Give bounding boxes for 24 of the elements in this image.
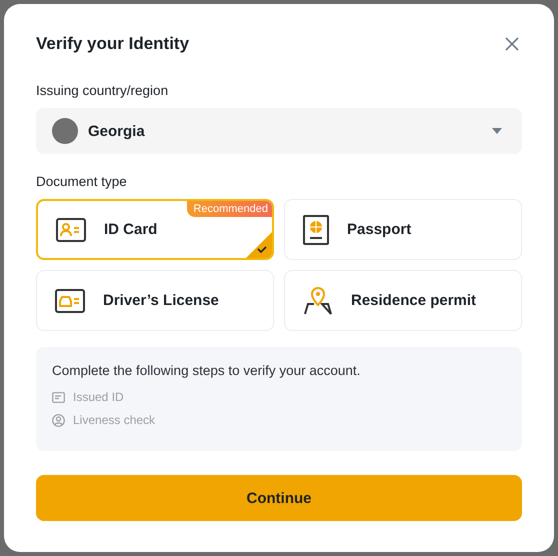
id-card-icon: [56, 218, 86, 242]
car-card-icon: [55, 288, 85, 312]
location-pin-icon: [303, 286, 333, 316]
document-option[interactable]: Passport: [284, 199, 522, 260]
document-option[interactable]: ID Card Recommended: [36, 199, 274, 260]
caret-icon: [492, 128, 502, 134]
country-select[interactable]: Georgia: [36, 108, 522, 154]
passport-icon: [303, 214, 329, 244]
field-label: Issuing country/region: [36, 83, 170, 98]
close-button[interactable]: [504, 36, 520, 52]
recommended-badge: Recommended: [187, 201, 272, 217]
close-icon: [504, 36, 520, 52]
flag-icon: [52, 118, 78, 144]
step-label: Liveness check: [73, 413, 156, 427]
check-corner-icon: [246, 232, 272, 258]
info-text: Complete the following steps to verify your account.: [52, 363, 362, 378]
document-option[interactable]: Residence permit: [284, 270, 522, 331]
card-icon: [52, 392, 65, 402]
step-label: Issued ID: [73, 390, 124, 404]
user-icon: [52, 414, 65, 426]
document-option[interactable]: Driver’s License: [36, 270, 274, 331]
dialog-title: Verify your Identity: [36, 34, 190, 54]
field-label: Document type: [36, 174, 128, 189]
continue-button[interactable]: Continue: [36, 475, 522, 521]
